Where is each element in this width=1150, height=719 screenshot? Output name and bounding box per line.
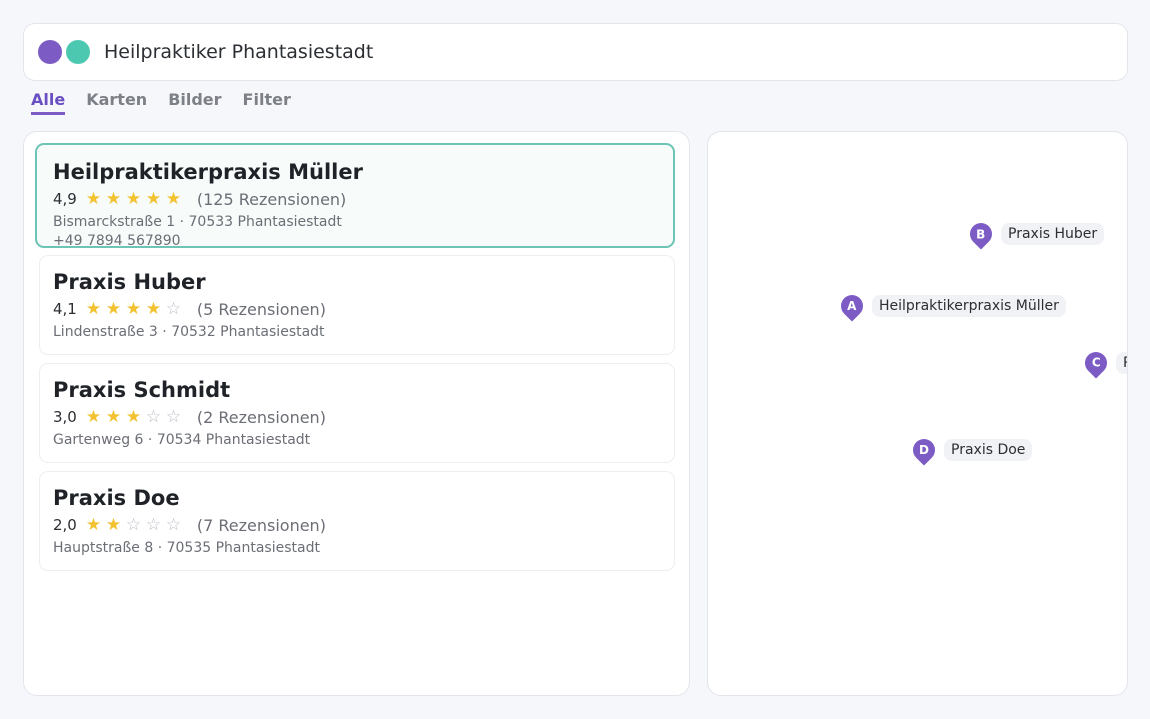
tab-karten[interactable]: Karten — [86, 90, 147, 115]
result-phone[interactable]: +49 7894 567890 — [53, 232, 673, 246]
map-marker-d[interactable]: D Praxis Doe — [908, 434, 1033, 466]
tab-bilder[interactable]: Bilder — [168, 90, 221, 115]
rating-row: 4,1 ★ ★ ★ ★ ☆ (5 Rezensionen) — [53, 297, 674, 321]
search-input[interactable] — [104, 41, 1004, 63]
search-bar[interactable] — [23, 23, 1128, 81]
rating-value: 4,9 — [53, 190, 77, 208]
map-panel[interactable]: A Heilpraktikerpraxis Müller B Praxis Hu… — [707, 131, 1128, 696]
star-empty-icon: ☆ — [125, 515, 142, 535]
result-address: Hauptstraße 8 · 70535 Phantasiestadt — [53, 540, 320, 556]
review-count[interactable]: (2 Rezensionen) — [197, 408, 326, 427]
result-address: Lindenstraße 3 · 70532 Phantasiestadt — [53, 324, 325, 340]
star-filled-icon: ★ — [125, 299, 142, 319]
result-title: Praxis Doe — [53, 486, 180, 510]
tab-bar: Alle Karten Bilder Filter — [31, 90, 291, 115]
rating-row: 4,9 ★ ★ ★ ★ ★ (125 Rezensionen) — [53, 187, 673, 211]
result-address: Bismarckstraße 1 · 70533 Phantasiestadt — [53, 214, 342, 230]
star-rating: ★ ★ ★ ☆ ☆ — [86, 407, 186, 427]
star-filled-icon: ★ — [85, 515, 102, 535]
star-filled-icon: ★ — [105, 515, 122, 535]
result-address: Gartenweg 6 · 70534 Phantasiestadt — [53, 432, 311, 448]
star-filled-icon: ★ — [105, 189, 122, 209]
logo — [38, 40, 90, 64]
results-panel: Heilpraktikerpraxis Müller 4,9 ★ ★ ★ ★ ★ (12… — [23, 131, 690, 696]
map-marker-a[interactable]: A Heilpraktikerpraxis Müller — [836, 290, 1066, 322]
logo-dot-purple-icon — [38, 40, 62, 64]
tab-filter[interactable]: Filter — [243, 90, 291, 115]
star-filled-icon: ★ — [145, 299, 162, 319]
map-marker-label: Praxis Huber — [1001, 223, 1105, 245]
result-card-mueller[interactable]: Heilpraktikerpraxis Müller 4,9 ★ ★ ★ ★ ★ (12… — [35, 143, 675, 248]
rating-value: 2,0 — [53, 516, 77, 534]
result-card-schmidt[interactable]: Praxis Schmidt 3,0 ★ ★ ★ ☆ ☆ (2 Rezensionen)… — [39, 363, 675, 463]
result-title: Heilpraktikerpraxis Müller — [53, 160, 363, 184]
star-empty-icon: ☆ — [165, 515, 182, 535]
star-filled-icon: ★ — [125, 407, 142, 427]
rating-value: 3,0 — [53, 408, 77, 426]
star-filled-icon: ★ — [85, 407, 102, 427]
review-count[interactable]: (125 Rezensionen) — [197, 190, 346, 209]
rating-row: 3,0 ★ ★ ★ ☆ ☆ (2 Rezensionen) — [53, 405, 674, 429]
result-card-huber[interactable]: Praxis Huber 4,1 ★ ★ ★ ★ ☆ (5 Rezensionen) L… — [39, 255, 675, 355]
star-filled-icon: ★ — [125, 189, 142, 209]
map-pin-icon: A — [836, 290, 868, 322]
result-title: Praxis Huber — [53, 270, 206, 294]
map-marker-label: Heilpraktikerpraxis Müller — [872, 295, 1066, 317]
star-empty-icon: ☆ — [165, 299, 182, 319]
map-pin-icon: C — [1080, 347, 1112, 379]
star-filled-icon: ★ — [85, 299, 102, 319]
rating-value: 4,1 — [53, 300, 77, 318]
star-rating: ★ ★ ★ ★ ★ — [86, 189, 186, 209]
star-empty-icon: ☆ — [145, 515, 162, 535]
logo-dot-teal-icon — [66, 40, 90, 64]
star-filled-icon: ★ — [165, 189, 182, 209]
result-title: Praxis Schmidt — [53, 378, 231, 402]
rating-row: 2,0 ★ ★ ☆ ☆ ☆ (7 Rezensionen) — [53, 513, 674, 537]
star-filled-icon: ★ — [85, 189, 102, 209]
star-filled-icon: ★ — [105, 299, 122, 319]
map-marker-label: Prax — [1116, 352, 1127, 374]
star-rating: ★ ★ ☆ ☆ ☆ — [86, 515, 186, 535]
map-marker-label: Praxis Doe — [944, 439, 1033, 461]
star-rating: ★ ★ ★ ★ ☆ — [86, 299, 186, 319]
review-count[interactable]: (7 Rezensionen) — [197, 516, 326, 535]
map-marker-c[interactable]: C Prax — [1080, 347, 1127, 379]
map-marker-b[interactable]: B Praxis Huber — [965, 218, 1105, 250]
map-pin-icon: D — [908, 434, 940, 466]
star-empty-icon: ☆ — [165, 407, 182, 427]
tab-alle[interactable]: Alle — [31, 90, 66, 115]
map-pin-icon: B — [965, 218, 997, 250]
star-filled-icon: ★ — [105, 407, 122, 427]
result-card-doe[interactable]: Praxis Doe 2,0 ★ ★ ☆ ☆ ☆ (7 Rezensionen) Hau… — [39, 471, 675, 571]
review-count[interactable]: (5 Rezensionen) — [197, 300, 326, 319]
star-empty-icon: ☆ — [145, 407, 162, 427]
star-filled-icon: ★ — [145, 189, 162, 209]
